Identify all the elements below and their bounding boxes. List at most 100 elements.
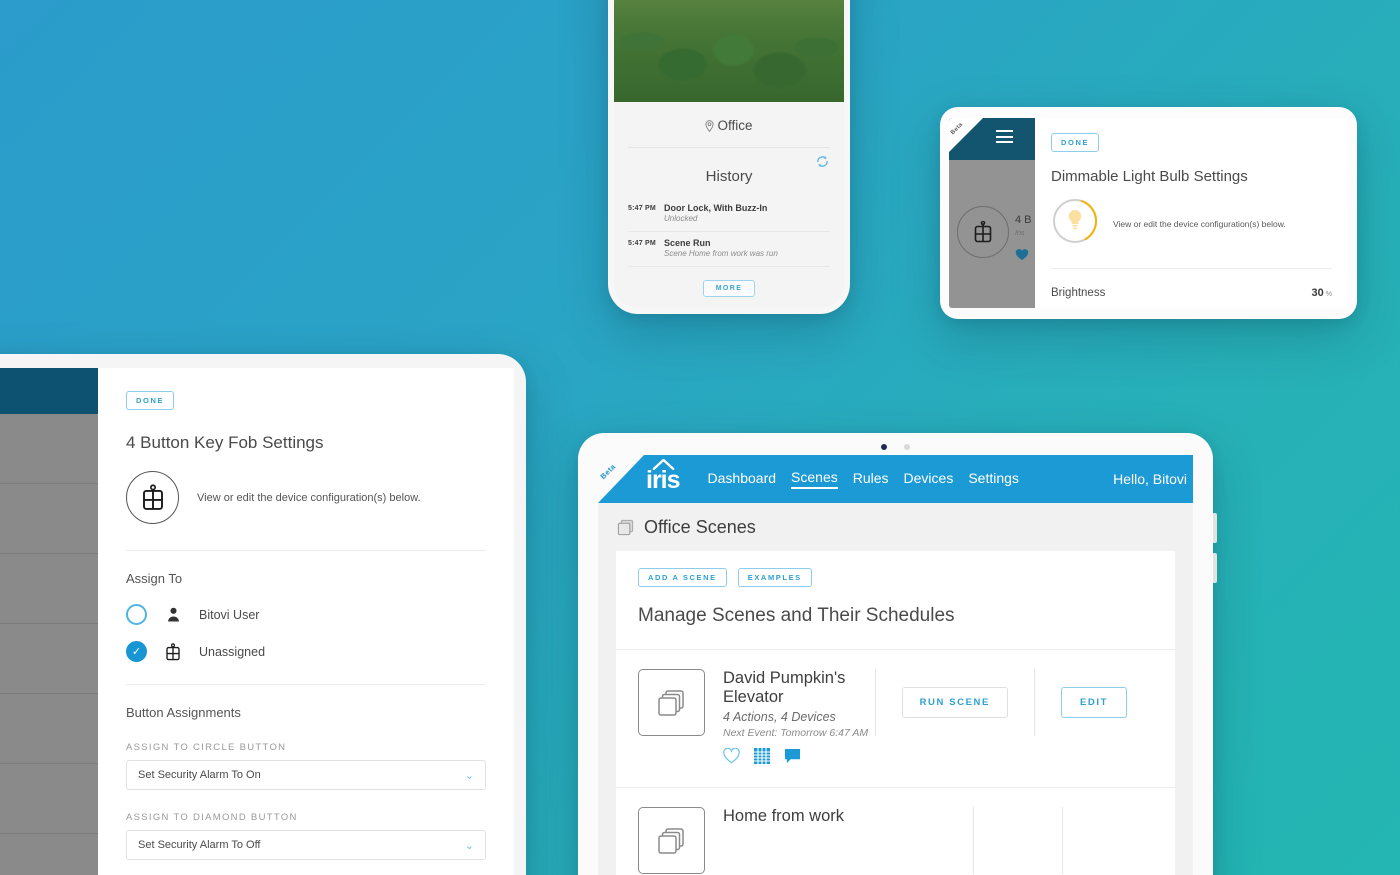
- edit-scene-button[interactable]: [1089, 830, 1127, 851]
- more-button[interactable]: MORE: [703, 280, 755, 297]
- key-fob-settings-panel: DONE 4 Button Key Fob Settings View or e…: [98, 368, 514, 875]
- diamond-button-select[interactable]: Set Security Alarm To Off ⌄: [126, 830, 486, 860]
- divider: [874, 669, 876, 736]
- iris-nav-items: Dashboard Scenes Rules Devices Settings: [708, 469, 1019, 489]
- sidebar-device-sub: Ins: [1015, 230, 1025, 237]
- edit-scene-button[interactable]: EDIT: [1060, 687, 1127, 718]
- scene-list-item[interactable]: Home from work: [616, 787, 1175, 875]
- brightness-value-group: 30%: [1312, 283, 1332, 301]
- home-exterior-photo: [614, 0, 844, 102]
- volume-up-button[interactable]: [1213, 513, 1217, 543]
- divider: [1062, 807, 1063, 874]
- bulb-settings-title: Dimmable Light Bulb Settings: [1051, 168, 1248, 185]
- radio-selected-icon[interactable]: ✓: [126, 641, 147, 662]
- heart-filled-icon[interactable]: [1015, 248, 1029, 266]
- assign-to-label: Assign To: [126, 571, 183, 586]
- scene-name: David Pumpkin's Elevator: [723, 669, 846, 706]
- nav-item-scenes[interactable]: Scenes: [791, 469, 838, 489]
- beta-ribbon-label: Beta: [598, 462, 618, 481]
- page-dot[interactable]: [904, 444, 910, 450]
- scene-next-event: Next Event: Tomorrow 6:47 AM: [723, 727, 869, 739]
- sidebar-row[interactable]: [0, 764, 98, 834]
- iris-logo[interactable]: iris: [646, 458, 681, 495]
- done-button[interactable]: DONE: [1051, 133, 1100, 152]
- scenes-stack-icon: [657, 689, 684, 716]
- section-divider: [126, 684, 486, 685]
- device-avatar: [957, 206, 1009, 258]
- phone-history-title: History: [705, 168, 753, 185]
- bulb-summary-row: View or edit the device configuration(s)…: [1051, 197, 1332, 269]
- brightness-label: Brightness: [1051, 287, 1106, 299]
- key-fob-icon: [974, 221, 992, 243]
- assign-option-unassigned[interactable]: ✓ Unassigned: [126, 633, 486, 670]
- tablet-iris-scenes-mockup: Beta iris Dashboard Scenes Rules Devices…: [578, 433, 1217, 875]
- history-item[interactable]: 5:47 PM Scene Run Scene Home from work w…: [628, 232, 830, 267]
- phone-screen: Office History 5:47 PM Door Lock, With B…: [614, 0, 844, 308]
- calendar-icon[interactable]: [754, 748, 770, 769]
- history-item[interactable]: 5:47 PM Door Lock, With Buzz-In Unlocked: [628, 197, 830, 232]
- sidebar-header: Beta: [949, 118, 1035, 160]
- scene-action-area: RUN SCENE EDIT: [874, 669, 1153, 736]
- tablet-key-fob-mockup: DONE 4 Button Key Fob Settings View or e…: [0, 354, 526, 875]
- sidebar-header: [0, 368, 98, 414]
- device-summary-row: View or edit the device configuration(s)…: [126, 471, 486, 551]
- device-avatar: [126, 471, 179, 524]
- run-scene-button[interactable]: [1000, 830, 1036, 851]
- history-time: 5:47 PM: [628, 205, 656, 212]
- manage-scenes-title: Manage Scenes and Their Schedules: [638, 605, 955, 626]
- sidebar-row[interactable]: [0, 484, 98, 554]
- person-icon: [163, 607, 183, 622]
- nav-item-devices[interactable]: Devices: [904, 470, 954, 488]
- sidebar-row[interactable]: [0, 414, 98, 484]
- scene-name: Home from work: [723, 807, 845, 825]
- assign-option-label: Bitovi User: [199, 607, 260, 622]
- nav-item-rules[interactable]: Rules: [853, 470, 889, 488]
- divider: [973, 807, 974, 874]
- radio-unselected-icon[interactable]: [126, 604, 147, 625]
- volume-down-button[interactable]: [1213, 553, 1217, 583]
- done-button[interactable]: DONE: [126, 391, 175, 410]
- nav-item-settings[interactable]: Settings: [968, 470, 1019, 488]
- hamburger-menu-icon[interactable]: [996, 130, 1013, 147]
- run-scene-button[interactable]: RUN SCENE: [901, 687, 1008, 718]
- scene-thumbnail: [638, 669, 705, 736]
- sidebar-row[interactable]: [0, 554, 98, 624]
- heart-outline-icon[interactable]: [723, 747, 740, 769]
- scene-thumbnail: [638, 807, 705, 874]
- scene-icon-row: [723, 747, 875, 769]
- bulb-settings-panel: DONE Dimmable Light Bulb Settings View o…: [1035, 118, 1348, 308]
- message-icon[interactable]: [784, 748, 801, 769]
- phone-content: Office History 5:47 PM Door Lock, With B…: [614, 102, 844, 308]
- brightness-value: 30: [1311, 287, 1324, 299]
- scenes-action-buttons: ADD A SCENE EXAMPLES: [638, 568, 1153, 587]
- iris-navbar: Beta iris Dashboard Scenes Rules Devices…: [598, 455, 1193, 503]
- examples-button[interactable]: EXAMPLES: [737, 568, 812, 587]
- sidebar-row[interactable]: [0, 694, 98, 764]
- refresh-icon[interactable]: [815, 154, 830, 174]
- scenes-stack-icon: [617, 519, 634, 536]
- scenes-card-header: ADD A SCENE EXAMPLES Manage Scenes and T…: [616, 551, 1175, 649]
- scene-meta: 4 Actions, 4 Devices: [723, 710, 836, 724]
- phone-location: Office: [628, 102, 830, 148]
- key-fob-icon: [163, 642, 183, 661]
- assign-option-bitovi-user[interactable]: Bitovi User: [126, 596, 486, 633]
- add-a-scene-button[interactable]: ADD A SCENE: [638, 568, 727, 587]
- scenes-card: ADD A SCENE EXAMPLES Manage Scenes and T…: [616, 551, 1175, 875]
- nav-item-dashboard[interactable]: Dashboard: [708, 470, 777, 488]
- scene-list-item[interactable]: David Pumpkin's Elevator 4 Actions, 4 De…: [616, 649, 1175, 787]
- assign-option-label: Unassigned: [199, 644, 266, 659]
- brightness-row[interactable]: Brightness 30%: [1051, 269, 1332, 301]
- beta-ribbon: Beta: [949, 118, 983, 152]
- circle-button-select[interactable]: Set Security Alarm To On ⌄: [126, 760, 486, 790]
- sidebar-row[interactable]: [0, 624, 98, 694]
- history-title: Scene Run: [664, 238, 711, 248]
- chevron-down-icon: ⌄: [464, 839, 474, 852]
- history-time: 5:47 PM: [628, 240, 656, 247]
- user-greeting[interactable]: Hello, Bitovi: [1113, 471, 1193, 487]
- beta-ribbon-label: Beta: [949, 121, 965, 137]
- page-dot-active[interactable]: [881, 444, 887, 450]
- sidebar-device-name: 4 B: [1015, 214, 1032, 226]
- divider: [1033, 669, 1035, 736]
- bulb-settings-screen: Beta 4 B Ins DONE Dimmable Light Bulb Se…: [949, 118, 1348, 308]
- chevron-down-icon: ⌄: [464, 769, 474, 782]
